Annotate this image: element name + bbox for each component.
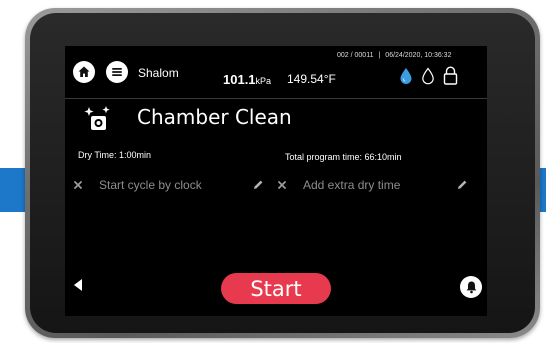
option-label: Start cycle by clock xyxy=(99,178,202,192)
total-program-time: Total program time: 66:10min xyxy=(285,152,402,162)
status-meta: 002 / 00011 | 06/24/2020, 10:36:32 xyxy=(337,52,451,59)
start-button[interactable]: Start xyxy=(221,273,331,304)
cycle-counter: 002 / 00011 xyxy=(337,52,374,59)
datetime: 06/24/2020, 10:36:32 xyxy=(385,52,452,59)
bell-icon xyxy=(466,281,476,294)
page: Shalom 101.1kPa 149.54°F 002 / 00011 | 06/… xyxy=(0,0,546,343)
temperature-readout: 149.54°F xyxy=(287,72,336,86)
pressure-value: 101.1 xyxy=(223,72,256,87)
option-label: Add extra dry time xyxy=(303,178,401,192)
home-button[interactable] xyxy=(73,61,95,83)
menu-icon xyxy=(112,68,122,76)
pressure-readout: 101.1kPa xyxy=(223,71,271,89)
water-drop-filled-icon xyxy=(400,67,412,84)
pencil-icon[interactable] xyxy=(252,179,264,191)
water-drop-outline-icon xyxy=(422,67,434,84)
program-title: Chamber Clean xyxy=(137,105,292,129)
pressure-unit: kPa xyxy=(255,76,272,86)
menu-button[interactable] xyxy=(106,61,128,83)
sparkle-chamber-icon xyxy=(84,106,110,130)
close-icon[interactable] xyxy=(74,181,82,189)
pencil-icon[interactable] xyxy=(456,179,468,191)
status-icons xyxy=(399,66,458,85)
start-cycle-by-clock-option[interactable]: Start cycle by clock xyxy=(74,177,264,193)
back-arrow-icon[interactable] xyxy=(73,278,83,292)
notifications-button[interactable] xyxy=(460,276,482,298)
header-divider xyxy=(65,98,487,99)
close-icon[interactable] xyxy=(278,181,286,189)
home-icon xyxy=(78,66,90,77)
add-extra-dry-time-option[interactable]: Add extra dry time xyxy=(278,177,468,193)
user-name: Shalom xyxy=(138,66,179,80)
dry-time: Dry Time: 1:00min xyxy=(78,150,152,160)
lock-open-icon[interactable] xyxy=(443,66,458,85)
meta-separator: | xyxy=(378,52,381,59)
touch-screen: Shalom 101.1kPa 149.54°F 002 / 00011 | 06/… xyxy=(65,46,487,316)
